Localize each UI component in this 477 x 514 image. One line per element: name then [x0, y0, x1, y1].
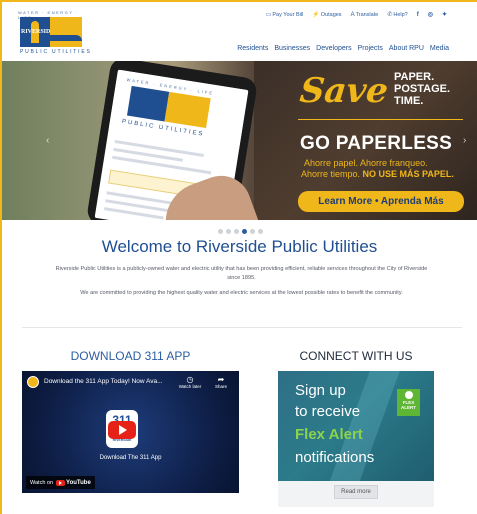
outages-link[interactable]: ⚡ Outages [312, 11, 342, 19]
carousel-prev-arrow[interactable]: ‹ [46, 135, 49, 146]
help-link[interactable]: ✆ Help? [387, 11, 408, 19]
share-icon: ➦ [217, 375, 225, 384]
lightbulb-icon [405, 391, 413, 399]
flex-line2: to receive [295, 403, 361, 420]
youtube-logo: YouTube [56, 479, 91, 486]
site-header: WATER · ENERGY · LIFE RIVERSIDE PUBLIC U… [2, 2, 477, 60]
watch-later-button[interactable]: ◷ Watch later [177, 375, 203, 389]
carousel-dot[interactable] [226, 229, 231, 234]
flex-line1: Sign up [295, 382, 346, 399]
outages-label: Outages [320, 11, 342, 18]
hero-carousel[interactable]: WATER · ENERGY · LIFE PUBLIC UTILITIES S… [2, 61, 477, 220]
video-title[interactable]: Download the 311 App Today! Now Ava... [44, 378, 163, 385]
channel-avatar[interactable] [27, 376, 39, 388]
twitter-icon[interactable]: ✦ [442, 11, 447, 18]
utility-nav: ▭ Pay Your Bill ⚡ Outages A Translate ✆ Help… [265, 11, 447, 19]
pay-bill-link[interactable]: ▭ Pay Your Bill [265, 11, 304, 19]
carousel-dot[interactable] [258, 229, 263, 234]
nav-projects[interactable]: Projects [358, 45, 383, 52]
flex-line4: notifications [295, 449, 375, 466]
nav-media[interactable]: Media [430, 45, 449, 52]
site-logo[interactable]: WATER · ENERGY · LIFE RIVERSIDE PUBLIC U… [18, 10, 90, 56]
carousel-dot[interactable] [250, 229, 255, 234]
promo-paper-lines: PAPER. POSTAGE. TIME. [394, 71, 451, 107]
wave-icon [50, 35, 82, 41]
watch-on-label: Watch on [30, 479, 54, 486]
logo-mark: RIVERSIDE [20, 17, 82, 47]
translate-icon: A [350, 11, 355, 18]
nav-about-rpu[interactable]: About RPU [389, 45, 424, 52]
share-button[interactable]: ➦ Share [209, 375, 233, 389]
learn-more-button[interactable]: Learn More • Aprenda Más [298, 191, 464, 212]
connect-heading: CONNECT WITH US [299, 349, 413, 363]
pay-bill-label: Pay Your Bill [272, 11, 304, 18]
nav-businesses[interactable]: Businesses [274, 45, 310, 52]
flex-alert-card[interactable]: Sign up to receive Flex Alert notificati… [278, 371, 434, 507]
clock-icon: ◷ [186, 375, 194, 384]
main-nav: Residents Businesses Developers Projects… [237, 45, 449, 52]
translate-link[interactable]: A Translate [351, 12, 379, 18]
youtube-icon [56, 479, 66, 486]
instagram-icon[interactable]: ◎ [428, 11, 433, 18]
flex-alert-badge-label: FLEX ALERT [401, 400, 416, 410]
section-divider [22, 327, 462, 328]
logo-name: PUBLIC UTILITIES [20, 49, 92, 55]
watch-on-youtube-button[interactable]: Watch on YouTube [26, 476, 95, 489]
download-app-heading: DOWNLOAD 311 APP [70, 349, 191, 363]
carousel-next-arrow[interactable]: › [463, 135, 466, 146]
promo-headline: GO PAPERLESS [300, 133, 453, 154]
carousel-dot[interactable] [234, 229, 239, 234]
read-more-button[interactable]: Read more [334, 485, 378, 499]
help-label: Help? [393, 11, 408, 18]
card-footer: Read more [278, 481, 434, 507]
carousel-dot[interactable] [218, 229, 223, 234]
carousel-indicators [218, 229, 263, 234]
intro-paragraph: Riverside Public Utilities is a publicly… [55, 266, 428, 281]
promo-spanish-line1: Ahorre papel. Ahorre franqueo. [304, 158, 428, 168]
credit-card-icon: ▭ [265, 12, 272, 18]
promo-spanish-line2: Ahorre tiempo. NO USE MÁS PAPEL. [301, 169, 454, 179]
page-title: Welcome to Riverside Public Utilities [101, 237, 378, 256]
carousel-dot-active[interactable] [242, 229, 247, 234]
play-icon [119, 425, 127, 435]
flex-alert-badge: FLEX ALERT [397, 389, 420, 416]
translate-label: Translate [355, 11, 379, 18]
flex-line3: Flex Alert [295, 426, 363, 443]
promo-divider [298, 119, 463, 120]
youtube-video-embed[interactable]: Download the 311 App Today! Now Ava... ◷… [22, 371, 239, 493]
promo-save: Save [297, 71, 391, 111]
lightning-icon: ⚡ [312, 12, 320, 18]
commitment-paragraph: We are committed to providing the highes… [80, 290, 403, 296]
play-button[interactable] [108, 421, 136, 439]
phone-icon: ✆ [387, 12, 393, 18]
nav-developers[interactable]: Developers [316, 45, 351, 52]
nav-residents[interactable]: Residents [237, 45, 268, 52]
facebook-icon[interactable]: f [417, 12, 419, 18]
video-caption: Download The 311 App [99, 455, 162, 461]
